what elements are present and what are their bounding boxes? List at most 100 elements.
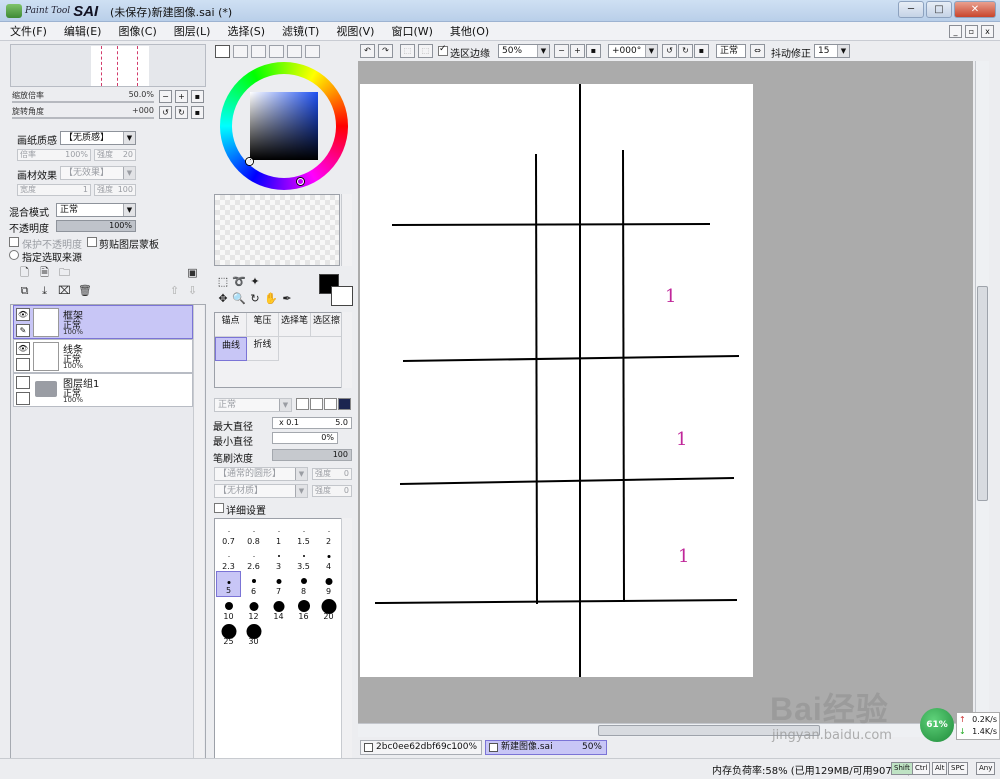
deselect-button[interactable]: ⬚ — [400, 44, 415, 58]
brush-size-option[interactable]: 12 — [241, 596, 266, 622]
hue-picker-handle[interactable] — [297, 178, 304, 185]
rgb-slider-tab[interactable] — [233, 45, 248, 58]
brush-select-eraser[interactable]: 选区擦 — [311, 313, 343, 337]
brush-size-option[interactable]: 2.3 — [216, 546, 241, 572]
menu-select[interactable]: 选择(S) — [227, 23, 265, 39]
magic-wand-icon[interactable]: ✦ — [248, 275, 262, 289]
brush-size-option[interactable]: 5 — [216, 571, 241, 597]
paper-texture-select[interactable]: 【无质感】 ▼ — [60, 131, 136, 145]
brush-texture-select[interactable]: 【无材质】 ▼ — [214, 484, 308, 498]
layer-down-icon[interactable]: ⇩ — [186, 284, 199, 298]
doc-close-button[interactable]: x — [981, 25, 994, 38]
brush-size-option[interactable]: 4 — [316, 546, 341, 572]
canvas-rotate-right-button[interactable]: ↻ — [678, 44, 693, 58]
rotate-slider[interactable]: 旋转角度 +000 — [10, 105, 156, 119]
flip-horizontal-button[interactable]: ⇔ — [750, 44, 765, 58]
hsv-slider-tab[interactable] — [251, 45, 266, 58]
sv-picker-handle[interactable] — [246, 158, 253, 165]
opacity-slider[interactable]: 100% — [56, 220, 136, 232]
min-diameter-slider[interactable]: 0% — [272, 432, 338, 444]
layer-panel-options-icon[interactable]: ▣ — [186, 266, 199, 280]
brush-size-option[interactable]: 7 — [266, 571, 291, 597]
brush-curve[interactable]: 曲线 — [215, 337, 247, 361]
drawing-canvas[interactable]: 1 1 1 — [360, 84, 753, 677]
zoom-out-button[interactable]: − — [159, 90, 172, 103]
brush-shape-select[interactable]: 【通常的圆形】 ▼ — [214, 467, 308, 481]
canvas-rotate-left-button[interactable]: ↺ — [662, 44, 677, 58]
menu-view[interactable]: 视图(V) — [336, 23, 374, 39]
brush-size-option[interactable]: 0.8 — [241, 521, 266, 547]
eyedropper-icon[interactable]: ✒ — [280, 292, 294, 306]
canvas-zoom-select[interactable]: 50% ▼ — [498, 44, 550, 58]
menu-file[interactable]: 文件(F) — [10, 23, 47, 39]
merge-down-icon[interactable]: ⤓ — [38, 284, 51, 298]
density-slider[interactable]: 100 — [272, 449, 352, 461]
close-button[interactable]: ✕ — [954, 1, 996, 18]
edit-lock-icon[interactable] — [16, 392, 30, 405]
canvas-mode-button[interactable]: 正常 — [716, 44, 746, 58]
edit-lock-icon[interactable] — [16, 358, 30, 371]
color-wheel[interactable] — [220, 62, 348, 190]
canvas-zoom-reset-button[interactable]: ▪ — [586, 44, 601, 58]
canvas-rotate-select[interactable]: +000° ▼ — [608, 44, 658, 58]
brush-anchor[interactable]: 锚点 — [215, 313, 247, 337]
new-layer-icon[interactable]: 🗋 — [18, 266, 31, 280]
zoom-icon[interactable]: 🔍 — [232, 292, 246, 306]
brush-size-option[interactable]: 30 — [241, 621, 266, 647]
swatch-palette[interactable] — [214, 194, 340, 266]
hand-icon[interactable]: ✋ — [264, 292, 278, 306]
navigator-preview[interactable] — [10, 44, 206, 87]
brush-size-option[interactable]: 2 — [316, 521, 341, 547]
brush-size-option[interactable]: 0.7 — [216, 521, 241, 547]
layer-item[interactable]: 👁 ✎ 框架 正常 100% — [13, 305, 193, 339]
canvas-zoom-out-button[interactable]: − — [554, 44, 569, 58]
doc-minimize-button[interactable]: _ — [949, 25, 962, 38]
canvas-viewport[interactable]: 1 1 1 — [358, 61, 973, 723]
stabilizer-select[interactable]: 15 ▼ — [814, 44, 850, 58]
clip-mask-checkbox[interactable] — [87, 237, 97, 247]
menu-filter[interactable]: 滤镜(T) — [282, 23, 319, 39]
brush-select-pen[interactable]: 选择笔 — [279, 313, 311, 337]
background-color[interactable] — [331, 286, 353, 306]
rotate-left-button[interactable]: ↺ — [159, 106, 172, 119]
minimize-button[interactable]: ─ — [898, 1, 924, 18]
rect-select-icon[interactable]: ⬚ — [216, 275, 230, 289]
detail-settings-checkbox[interactable] — [214, 503, 224, 513]
menu-image[interactable]: 图像(C) — [118, 23, 156, 39]
doc-restore-button[interactable]: ▫ — [965, 25, 978, 38]
redo-button[interactable]: ↷ — [378, 44, 393, 58]
clear-layer-icon[interactable]: ⌧ — [58, 284, 71, 298]
brush-size-option[interactable]: 3 — [266, 546, 291, 572]
layer-item[interactable]: 👁 线条 正常 100% — [13, 339, 193, 373]
brush-size-option[interactable]: 1.5 — [291, 521, 316, 547]
menu-other[interactable]: 其他(O) — [450, 23, 489, 39]
brush-size-option[interactable]: 25 — [216, 621, 241, 647]
selection-edge-checkbox[interactable]: ✓ — [438, 44, 448, 56]
brush-size-option[interactable]: 3.5 — [291, 546, 316, 572]
eye-icon[interactable] — [16, 376, 30, 389]
eye-icon[interactable]: 👁 — [16, 342, 30, 355]
layer-list-scrollbar[interactable] — [193, 305, 204, 758]
file-tab[interactable]: 2bc0ee62dbf69c... 100% — [360, 740, 482, 755]
edit-lock-icon[interactable]: ✎ — [16, 324, 30, 337]
brush-size-option[interactable]: 16 — [291, 596, 316, 622]
brush-size-option[interactable]: 6 — [241, 571, 266, 597]
layer-up-icon[interactable]: ⇧ — [168, 284, 181, 298]
swatch-scrollbar[interactable] — [341, 194, 352, 266]
menu-window[interactable]: 窗口(W) — [391, 23, 432, 39]
rotate-icon[interactable]: ↻ — [248, 292, 262, 306]
blend-mode-select[interactable]: 正常 ▼ — [56, 203, 136, 217]
selection-source-radio[interactable] — [9, 250, 19, 260]
brush-size-option[interactable]: 2.6 — [241, 546, 266, 572]
max-diameter-slider[interactable]: x 0.1 5.0 — [272, 417, 352, 429]
invert-selection-button[interactable]: ⬚ — [418, 44, 433, 58]
undo-button[interactable]: ↶ — [360, 44, 375, 58]
lasso-icon[interactable]: ➰ — [232, 275, 246, 289]
saturation-value-square[interactable] — [250, 92, 318, 160]
edge-soft-button[interactable] — [324, 398, 337, 410]
maximize-button[interactable]: □ — [926, 1, 952, 18]
edge-flat-button[interactable] — [338, 398, 351, 410]
protect-opacity-checkbox[interactable] — [9, 237, 19, 247]
edge-hard-button[interactable] — [296, 398, 309, 410]
file-tab-active[interactable]: 新建图像.sai 50% — [485, 740, 607, 755]
